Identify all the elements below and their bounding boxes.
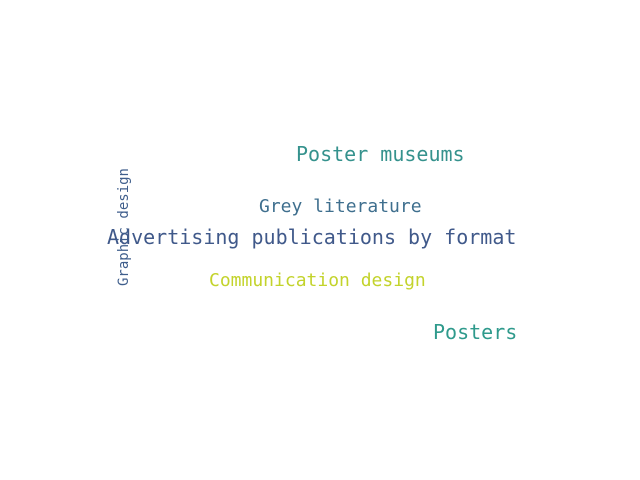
word-advertising-publications-by-format: Advertising publications by format	[107, 225, 517, 249]
word-communication-design: Communication design	[209, 270, 426, 291]
word-grey-literature: Grey literature	[259, 196, 422, 217]
word-graphic-design: Graphic design	[116, 168, 132, 287]
word-posters: Posters	[433, 320, 518, 344]
word-poster-museums: Poster museums	[296, 142, 465, 166]
word-cloud: Poster museums Grey literature Advertisi…	[0, 0, 640, 480]
